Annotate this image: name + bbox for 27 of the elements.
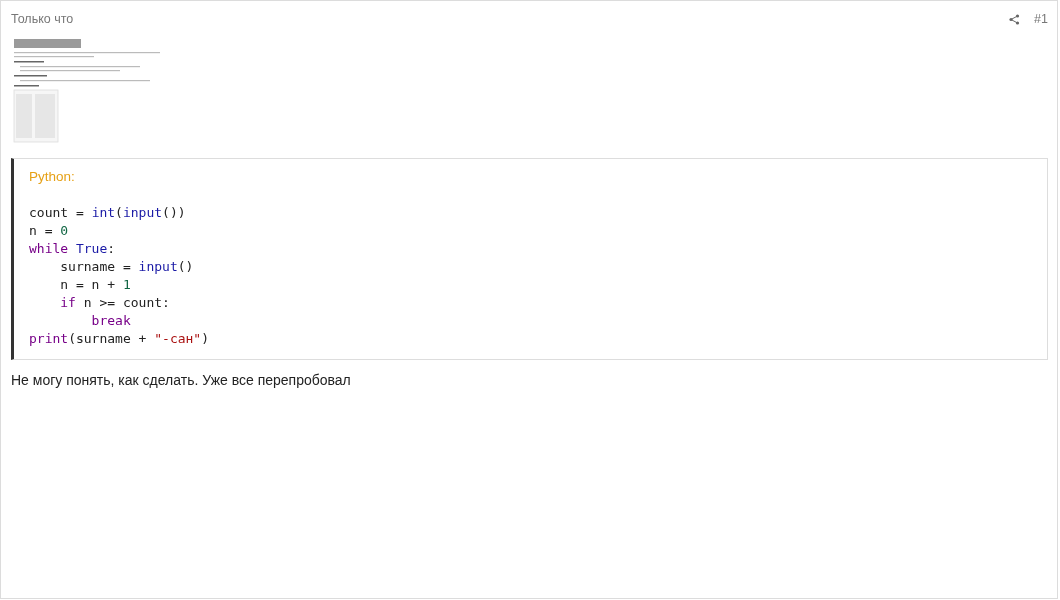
code-token: int — [91, 205, 116, 220]
code-token: n = — [29, 223, 54, 238]
code-token: (surname + — [68, 331, 148, 346]
code-token: input — [122, 205, 163, 220]
code-token: count = — [29, 205, 85, 220]
code-token: input — [138, 259, 178, 274]
code-language-label: Python: — [29, 169, 76, 184]
post-number-link[interactable]: #1 — [1034, 12, 1048, 26]
code-token: () — [177, 259, 194, 274]
code-token: if — [60, 295, 76, 310]
code-token: ()) — [162, 205, 186, 220]
code-token: n >= count: — [82, 295, 170, 310]
code-token: ) — [201, 331, 210, 346]
post-time: Только что — [11, 12, 74, 26]
code-token: True — [75, 241, 108, 256]
code-token: print — [29, 331, 69, 346]
code-token: surname = — [60, 259, 132, 274]
code-token: : — [107, 241, 116, 256]
code-token: "-сан" — [154, 331, 202, 346]
code-token: n = n + — [60, 277, 117, 292]
code-token: ( — [115, 205, 123, 220]
share-icon[interactable] — [1009, 13, 1021, 25]
code-token: 1 — [122, 277, 131, 292]
code-token: while — [29, 241, 70, 256]
code-token: break — [91, 313, 131, 328]
code-token: 0 — [60, 223, 69, 238]
message-text: Не могу понять, как сделать. Уже все перепробовал — [11, 372, 352, 388]
